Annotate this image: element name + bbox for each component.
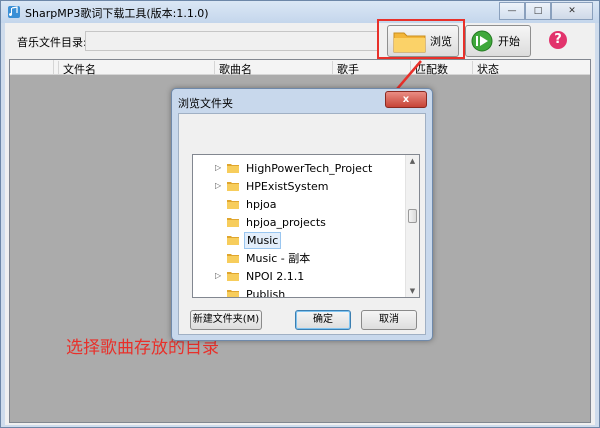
ok-button[interactable]: 确定 (295, 310, 351, 330)
folder-icon (227, 200, 239, 209)
dialog-close-button[interactable]: x (385, 91, 427, 108)
new-folder-button[interactable]: 新建文件夹(M) (190, 310, 262, 330)
tree-item-label: HPExistSystem (246, 179, 329, 193)
tree-item[interactable]: ▷hpjoa (193, 195, 278, 213)
tree-item[interactable]: ▷ NPOI 2.1.1 (193, 267, 306, 285)
folder-icon (227, 272, 239, 281)
tree-scrollbar[interactable]: ▲ ▼ (405, 155, 419, 297)
tree-item[interactable]: ▷ HPExistSystem (193, 177, 330, 195)
dialog-description (179, 114, 425, 158)
tree-item-label: Publish (246, 287, 286, 298)
expand-arrow-icon[interactable]: ▷ (215, 164, 223, 172)
expand-arrow-icon[interactable]: ▷ (215, 272, 223, 280)
tree-item-label: hpjoa (246, 197, 277, 211)
expand-arrow-icon[interactable]: ▷ (215, 182, 223, 190)
tree-item[interactable]: ▷Music (193, 231, 282, 249)
dialog-body: ▷HighPowerTech_Project▷HPExistSystem▷hpj… (178, 113, 426, 335)
scroll-down-icon[interactable]: ▼ (406, 285, 419, 297)
tree-item-label: Music - 副本 (246, 252, 311, 265)
scroll-up-icon[interactable]: ▲ (406, 155, 419, 167)
folder-icon (227, 290, 239, 297)
folder-tree[interactable]: ▷HighPowerTech_Project▷HPExistSystem▷hpj… (192, 154, 420, 298)
folder-icon (227, 236, 239, 245)
tree-item-label: HighPowerTech_Project (246, 161, 373, 175)
tree-item-label: Music (244, 231, 282, 249)
tree-item[interactable]: ▷Publish (193, 285, 287, 298)
scroll-thumb[interactable] (408, 209, 417, 223)
folder-icon (227, 218, 239, 227)
main-window: SharpMP3歌词下载工具(版本:1.1.0) — □ ✕ 音乐文件目录: 浏… (0, 0, 600, 428)
folder-icon (227, 182, 239, 191)
browse-folder-dialog: 浏览文件夹 x ▷ HighPowerTech_Project ▷ HPExistSy… (171, 88, 433, 341)
folder-icon (227, 164, 239, 173)
dialog-title: 浏览文件夹 (178, 97, 233, 110)
cancel-button[interactable]: 取消 (361, 310, 417, 330)
tree-item-label: NPOI 2.1.1 (246, 269, 305, 283)
tree-item-label: hpjoa_projects (246, 215, 326, 229)
tree-item[interactable]: ▷hpjoa_projects (193, 213, 328, 231)
tree-item[interactable]: ▷ HighPowerTech_Project (193, 159, 374, 177)
folder-icon (227, 254, 239, 263)
tree-item[interactable]: ▷Music - 副本 (193, 249, 312, 267)
